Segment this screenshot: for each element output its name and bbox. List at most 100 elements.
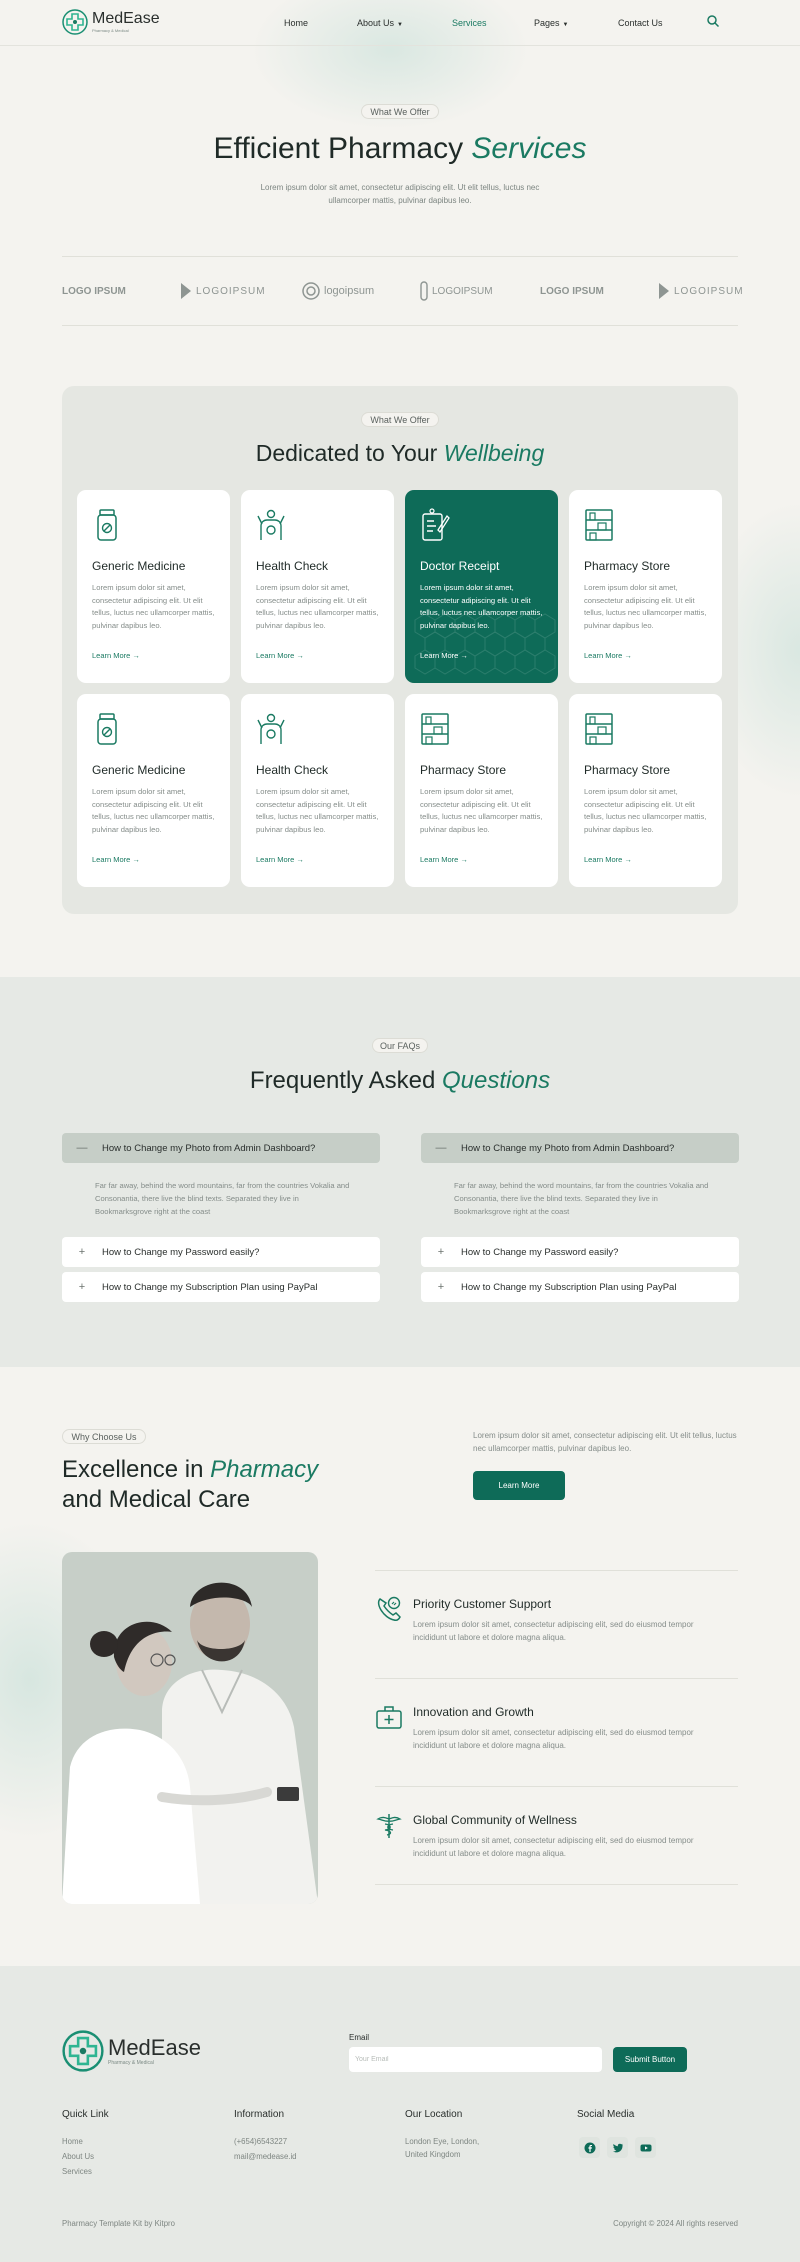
faq-question[interactable]: + How to Change my Password easily? [62,1237,380,1267]
feature-item: Innovation and Growth Lorem ipsum dolor … [375,1678,738,1786]
learn-more-button[interactable]: Learn More [473,1471,565,1500]
minus-icon: — [435,1142,447,1154]
brand-logo[interactable]: MedEase Pharmacy & Medical [62,9,160,35]
medicine-bottle-icon [97,713,117,745]
partner-logo: LOGO IPSUM [62,285,126,297]
logo-cross-icon [62,9,88,35]
service-card-active[interactable]: Doctor Receipt Lorem ipsum dolor sit ame… [405,490,558,683]
store-shelf-icon [585,713,613,745]
doctors-illustration [62,1582,318,1904]
prescription-icon [422,508,450,541]
nav-home[interactable]: Home [284,18,308,28]
why-description: Lorem ipsum dolor sit amet, consectetur … [473,1431,737,1453]
section-title: Excellence in Pharmacy and Medical Care [62,1456,319,1513]
faq-question[interactable]: + How to Change my Password easily? [421,1237,739,1267]
learn-more-link[interactable]: Learn More → [92,651,140,660]
bar-logo-icon [420,281,428,301]
learn-more-link[interactable]: Learn More → [256,855,304,864]
twitter-icon[interactable] [607,2137,628,2158]
plus-icon: + [78,1246,86,1258]
divider [375,1884,738,1885]
footer-heading: Our Location [405,2109,463,2120]
learn-more-link[interactable]: Learn More → [256,651,304,660]
feature-item: Global Community of Wellness Lorem ipsum… [375,1786,738,1894]
footer-address-line: United Kingdom [405,2150,461,2159]
service-card[interactable]: Health Check Lorem ipsum dolor sit amet,… [241,694,394,887]
partner-logo: LOGO IPSUM [540,285,604,297]
section-pill: What We Offer [361,104,439,119]
search-icon[interactable] [706,14,720,28]
faq-question-open[interactable]: — How to Change my Photo from Admin Dashb… [421,1133,739,1163]
medicine-bottle-icon [97,509,117,541]
service-card[interactable]: Generic Medicine Lorem ipsum dolor sit a… [77,490,230,683]
footer-heading: Information [234,2109,285,2120]
footer-link-about[interactable]: About Us [62,2152,94,2161]
store-shelf-icon [585,509,613,541]
email-input[interactable] [349,2047,602,2072]
chevron-down-icon: ▼ [397,22,403,28]
section-pill: What We Offer [361,412,439,427]
plus-icon: + [78,1281,86,1293]
nav-about[interactable]: About Us ▼ [357,18,403,28]
faq-answer: Far far away, behind the word mountains,… [454,1181,709,1216]
learn-more-link[interactable]: Learn More → [420,651,468,660]
faq-question[interactable]: + How to Change my Subscription Plan usin… [62,1272,380,1302]
footer-email[interactable]: mail@medease.id [234,2152,297,2161]
chevron-down-icon: ▼ [562,22,569,28]
play-logo-icon [181,283,191,299]
phone-support-icon [377,1596,401,1621]
learn-more-link[interactable]: Learn More → [584,651,632,660]
email-label: Email [349,2033,370,2042]
youtube-icon[interactable] [635,2137,656,2158]
brand-name: MedEase [92,10,160,27]
footer: MedEase Pharmacy & Medical Email Submit … [0,1966,800,2262]
caduceus-icon [376,1814,402,1838]
partner-logo: logoipsum [302,277,374,305]
section-title: Dedicated to Your Wellbeing [255,440,545,466]
medical-kit-icon [376,1706,402,1729]
services-section: What We Offer Dedicated to Your Wellbein… [62,386,738,914]
section-pill: Why Choose Us [62,1429,146,1444]
footer-heading: Social Media [577,2109,635,2120]
footer-logo[interactable]: MedEase Pharmacy & Medical [62,2030,201,2072]
learn-more-link[interactable]: Learn More → [420,855,468,864]
learn-more-link[interactable]: Learn More → [92,855,140,864]
footer-credit: Pharmacy Template Kit by Kitpro [62,2219,175,2228]
minus-icon: — [76,1142,88,1154]
footer-heading: Quick Link [62,2109,109,2120]
brand-tagline: Pharmacy & Medical [92,28,129,33]
feature-item: Priority Customer Support Lorem ipsum do… [375,1570,738,1678]
section-title: Frequently Asked Questions [249,1067,551,1094]
plus-icon: + [437,1281,445,1293]
footer-copyright: Copyright © 2024 All rights reserved [613,2219,738,2228]
footer-address-line: London Eye, London, [405,2137,480,2146]
health-check-icon [257,713,285,744]
nav-contact[interactable]: Contact Us [618,18,663,28]
submit-button[interactable]: Submit Button [613,2047,687,2072]
faq-question[interactable]: + How to Change my Subscription Plan usin… [421,1272,739,1302]
facebook-icon[interactable] [579,2137,600,2158]
footer-link-home[interactable]: Home [62,2137,83,2146]
store-shelf-icon [421,713,449,745]
logo-cross-icon [62,2030,104,2072]
learn-more-link[interactable]: Learn More → [584,855,632,864]
service-card[interactable]: Pharmacy Store Lorem ipsum dolor sit ame… [405,694,558,887]
service-card[interactable]: Pharmacy Store Lorem ipsum dolor sit ame… [569,490,722,683]
faq-question-open[interactable]: — How to Change my Photo from Admin Dashb… [62,1133,380,1163]
page-root: MedEase Pharmacy & Medical Home About Us… [0,0,800,2262]
spiral-logo-icon [302,282,320,300]
section-pill: Our FAQs [372,1038,428,1053]
service-card[interactable]: Pharmacy Store Lorem ipsum dolor sit ame… [569,694,722,887]
top-navbar: MedEase Pharmacy & Medical Home About Us… [0,0,800,46]
play-logo-icon [659,283,669,299]
plus-icon: + [437,1246,445,1258]
nav-pages[interactable]: Pages ▼ [534,18,568,28]
footer-phone[interactable]: (+654)6543227 [234,2137,287,2146]
health-check-icon [257,509,285,540]
faq-section: Our FAQs Frequently Asked Questions — How… [0,977,800,1367]
doctors-photo [62,1552,318,1904]
service-card[interactable]: Generic Medicine Lorem ipsum dolor sit a… [77,694,230,887]
nav-services[interactable]: Services [452,18,487,28]
service-card[interactable]: Health Check Lorem ipsum dolor sit amet,… [241,490,394,683]
footer-link-services[interactable]: Services [62,2167,92,2176]
